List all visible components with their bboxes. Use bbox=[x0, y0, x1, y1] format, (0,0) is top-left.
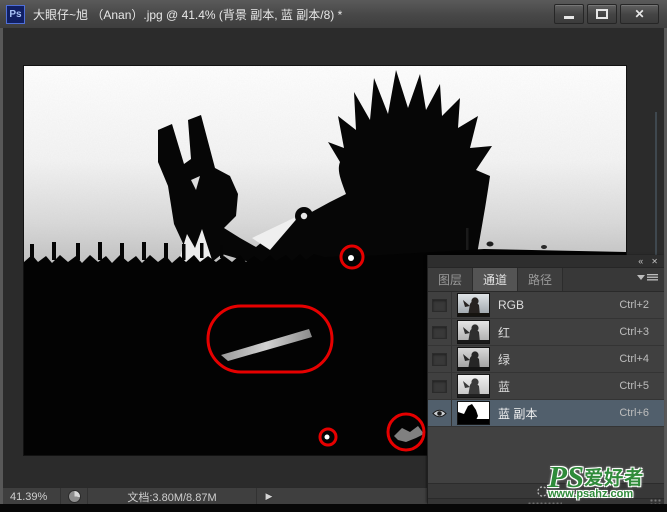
channel-thumbnail[interactable] bbox=[457, 320, 490, 344]
channel-shortcut: Ctrl+5 bbox=[619, 380, 664, 392]
watermark-url: www.psahz.com bbox=[548, 488, 666, 500]
photoshop-app-icon[interactable]: Ps bbox=[6, 5, 25, 24]
status-expand-arrow[interactable]: ▶ bbox=[257, 488, 281, 505]
window-border-left bbox=[0, 28, 3, 504]
zoom-level-field[interactable]: 41.39% bbox=[3, 488, 61, 505]
visibility-toggle[interactable] bbox=[428, 319, 452, 345]
channel-name: 蓝 bbox=[498, 378, 619, 395]
title-bar: Ps 大眼仔~旭 （Anan）.jpg @ 41.4% (背景 副本, 蓝 副本… bbox=[0, 0, 667, 29]
menu-lines-icon bbox=[647, 274, 658, 281]
minimize-button[interactable] bbox=[554, 4, 584, 24]
channel-thumbnail[interactable] bbox=[457, 401, 490, 425]
channel-name: 蓝 副本 bbox=[498, 405, 619, 422]
distant-figure bbox=[487, 242, 494, 247]
photoshop-window: Ps 大眼仔~旭 （Anan）.jpg @ 41.4% (背景 副本, 蓝 副本… bbox=[0, 0, 667, 512]
channel-name: RGB bbox=[498, 298, 619, 312]
channel-thumbnail[interactable] bbox=[457, 374, 490, 398]
channel-row-blue[interactable]: 蓝 Ctrl+5 bbox=[428, 373, 664, 400]
minimize-icon bbox=[564, 16, 574, 19]
window-controls: ✕ bbox=[554, 4, 659, 24]
channel-name: 红 bbox=[498, 324, 619, 341]
tab-channels[interactable]: 通道 bbox=[473, 268, 518, 291]
collapse-panel-icon[interactable]: « bbox=[638, 257, 643, 266]
close-icon: ✕ bbox=[634, 7, 644, 21]
channel-shortcut: Ctrl+2 bbox=[619, 299, 664, 311]
window-bottom-strip bbox=[0, 504, 667, 512]
document-status-icon bbox=[68, 490, 81, 503]
distant-figure bbox=[541, 245, 547, 249]
panel-top-bar: « ✕ bbox=[428, 255, 664, 268]
tab-layers[interactable]: 图层 bbox=[428, 268, 473, 291]
channel-thumbnail[interactable] bbox=[457, 293, 490, 317]
white-speck bbox=[348, 255, 354, 261]
panel-menu-icon[interactable] bbox=[637, 274, 658, 281]
close-button[interactable]: ✕ bbox=[620, 4, 659, 24]
watermark: PS 爱好者 www.psahz.com bbox=[548, 461, 666, 500]
eye-icon bbox=[432, 408, 447, 419]
maximize-button[interactable] bbox=[587, 4, 617, 24]
close-panel-icon[interactable]: ✕ bbox=[651, 257, 658, 266]
strap-loop-hole bbox=[301, 213, 307, 219]
watermark-suffix: 爱好者 bbox=[584, 469, 644, 488]
chevron-down-icon bbox=[637, 275, 645, 280]
tab-paths[interactable]: 路径 bbox=[518, 268, 563, 291]
maximize-icon bbox=[596, 9, 608, 19]
eye-well-empty bbox=[432, 299, 447, 312]
visibility-toggle[interactable] bbox=[428, 373, 452, 399]
channel-row-rgb[interactable]: RGB Ctrl+2 bbox=[428, 292, 664, 319]
channel-shortcut: Ctrl+3 bbox=[619, 326, 664, 338]
eye-well-empty bbox=[432, 353, 447, 366]
channel-thumbnail[interactable] bbox=[457, 347, 490, 371]
channel-shortcut: Ctrl+4 bbox=[619, 353, 664, 365]
visibility-toggle[interactable] bbox=[428, 292, 452, 318]
channel-name: 绿 bbox=[498, 351, 619, 368]
channel-row-green[interactable]: 绿 Ctrl+4 bbox=[428, 346, 664, 373]
eye-well-empty bbox=[432, 380, 447, 393]
distant-pole bbox=[466, 228, 469, 250]
panel-tab-bar: 图层 通道 路径 bbox=[428, 268, 664, 292]
status-bar: 41.39% 文档:3.80M/8.87M ▶ bbox=[3, 487, 427, 505]
eye-well-empty bbox=[432, 326, 447, 339]
visibility-toggle[interactable] bbox=[428, 346, 452, 372]
visibility-toggle[interactable] bbox=[428, 400, 452, 426]
document-size-info[interactable]: 文档:3.80M/8.87M bbox=[88, 488, 257, 505]
window-title: 大眼仔~旭 （Anan）.jpg @ 41.4% (背景 副本, 蓝 副本/8)… bbox=[33, 6, 554, 23]
channel-row-red[interactable]: 红 Ctrl+3 bbox=[428, 319, 664, 346]
channel-row-blue-copy[interactable]: 蓝 副本 Ctrl+6 bbox=[428, 400, 664, 427]
status-icon-cell[interactable] bbox=[61, 488, 88, 505]
white-speck bbox=[325, 435, 330, 440]
channel-shortcut: Ctrl+6 bbox=[619, 407, 664, 419]
channel-list: RGB Ctrl+2 红 Ctrl+3 bbox=[428, 292, 664, 427]
